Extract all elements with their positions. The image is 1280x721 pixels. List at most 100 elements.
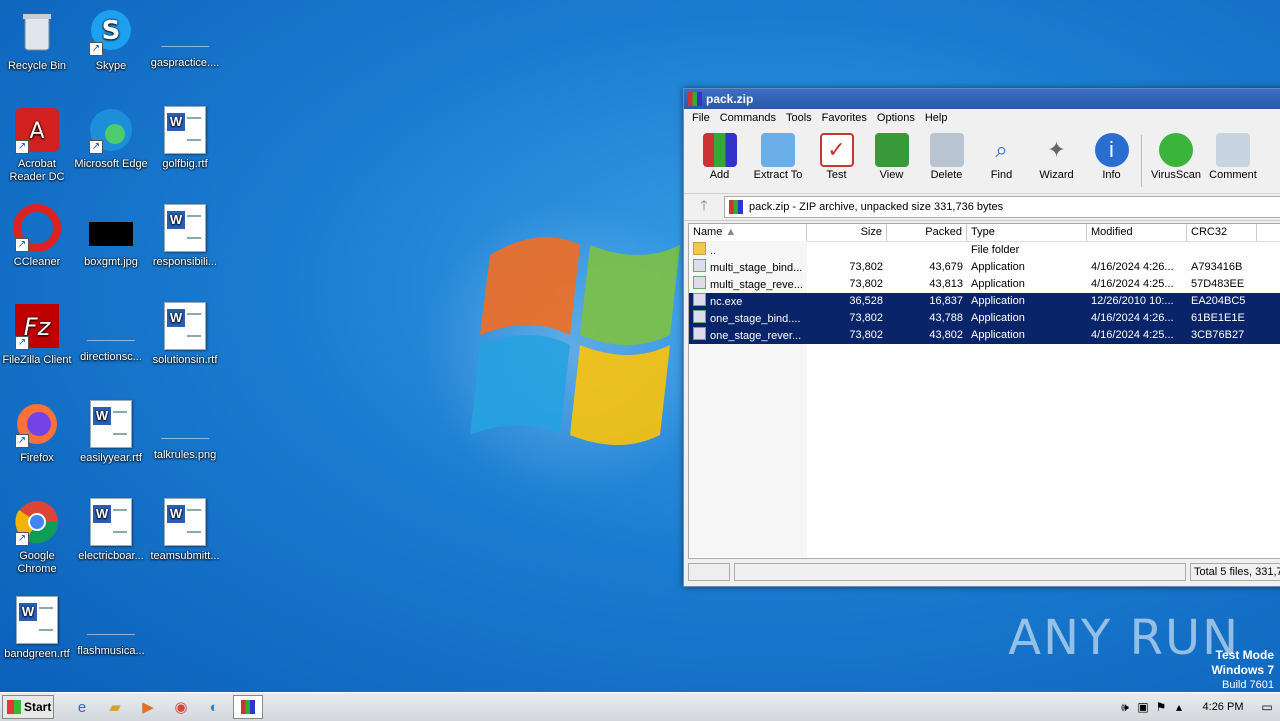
info-button[interactable]: i Info	[1084, 127, 1139, 181]
desktop-icon-boxgmt[interactable]: boxgmt.jpg	[74, 204, 148, 269]
delete-button[interactable]: Delete	[919, 127, 974, 181]
col-crc32[interactable]: CRC32	[1187, 224, 1257, 241]
desktop-icon-talkrules[interactable]: talkrules.png	[148, 400, 222, 462]
col-modified[interactable]: Modified	[1087, 224, 1187, 241]
row-name: one_stage_rever...	[689, 327, 807, 344]
status-left	[734, 563, 1186, 581]
window-title: pack.zip	[706, 92, 754, 106]
address-text: pack.zip - ZIP archive, unpacked size 33…	[749, 201, 1004, 213]
virusscan-button[interactable]: VirusScan	[1148, 127, 1204, 181]
find-button[interactable]: ⌕ Find	[974, 127, 1029, 181]
test-clipboard-icon: ✓	[819, 133, 854, 167]
window-titlebar[interactable]: pack.zip	[684, 89, 1280, 109]
test-button[interactable]: ✓ Test	[809, 127, 864, 181]
menu-help[interactable]: Help	[921, 109, 954, 127]
desktop-icon-electricboar[interactable]: electricboar...	[74, 498, 148, 563]
word-document-icon	[161, 204, 209, 252]
internet-explorer-icon[interactable]: e	[68, 696, 96, 718]
table-row[interactable]: multi_stage_reve... 73,802 43,813 Applic…	[689, 276, 1280, 293]
desktop-icon-chrome[interactable]: ↗ Google Chrome	[0, 498, 74, 576]
desktop-icon-teamsubmitt[interactable]: teamsubmitt...	[148, 498, 222, 563]
winrar-icon	[688, 92, 702, 106]
table-row-selected[interactable]: nc.exe 36,528 16,837 Application 12/26/2…	[689, 293, 1280, 310]
desktop-icon-solutionsin[interactable]: solutionsin.rtf	[148, 302, 222, 367]
table-row[interactable]: .. File folder	[689, 242, 1280, 259]
up-arrow-icon[interactable]: 🡑	[684, 195, 724, 219]
action-center-flag-icon[interactable]: ⚑	[1152, 700, 1170, 714]
col-size[interactable]: Size	[807, 224, 887, 241]
magnifier-icon: ⌕	[995, 137, 1008, 162]
network-icon[interactable]: ▣	[1134, 700, 1152, 714]
view-book-icon	[874, 133, 909, 167]
speaker-icon[interactable]: 🕪	[1116, 700, 1134, 715]
media-player-icon[interactable]: ▶	[134, 696, 162, 718]
file-explorer-icon[interactable]: ▰	[101, 696, 129, 718]
show-desktop-icon[interactable]: ▭	[1258, 700, 1276, 714]
desktop-icon-firefox[interactable]: ↗ Firefox	[0, 400, 74, 465]
desktop-icon-skype[interactable]: S ↗ Skype	[74, 8, 148, 73]
comment-button[interactable]: Comment	[1204, 127, 1262, 181]
winrar-taskbar-button[interactable]	[233, 695, 263, 719]
menu-tools[interactable]: Tools	[782, 109, 818, 127]
shortcut-arrow-icon: ↗	[15, 434, 29, 448]
file-icon	[87, 312, 135, 341]
desktop-icon-edge[interactable]: ↗ Microsoft Edge	[74, 106, 148, 171]
drive-key-icon[interactable]	[688, 563, 730, 581]
svg-text:A: A	[29, 119, 44, 144]
row-size: 73,802	[849, 261, 883, 273]
start-button[interactable]: Start	[2, 695, 54, 719]
col-name[interactable]: Name ▲	[689, 224, 807, 241]
row-crc: 57D483EE	[1191, 278, 1245, 290]
desktop-icon-recycle-bin[interactable]: Recycle Bin	[0, 8, 74, 73]
system-tray: 🕪 ▣ ⚑ ▴ 4:26 PM ▭	[1116, 696, 1280, 718]
row-modified: 4/16/2024 4:25...	[1091, 278, 1174, 290]
row-crc	[1187, 242, 1257, 259]
col-packed[interactable]: Packed	[887, 224, 967, 241]
add-button[interactable]: Add	[692, 127, 747, 181]
menu-commands[interactable]: Commands	[716, 109, 782, 127]
table-row-selected[interactable]: one_stage_rever... 73,802 43,802 Applica…	[689, 327, 1280, 344]
menu-options[interactable]: Options	[873, 109, 921, 127]
row-type: Application	[971, 312, 1025, 324]
row-crc: 3CB76B27	[1191, 329, 1245, 341]
desktop-icon-responsibili[interactable]: responsibili...	[148, 204, 222, 269]
desktop-icon-easilyyear[interactable]: easilyyear.rtf	[74, 400, 148, 465]
desktop-icon-directionsc[interactable]: directionsc...	[74, 302, 148, 364]
view-button[interactable]: View	[864, 127, 919, 181]
application-icon	[693, 259, 706, 272]
desktop-icon-acrobat[interactable]: A ↗ Acrobat Reader DC	[0, 106, 74, 184]
address-field[interactable]: pack.zip - ZIP archive, unpacked size 33…	[724, 196, 1280, 218]
row-crc: 61BE1E1E	[1191, 312, 1245, 324]
info-icon: i	[1094, 133, 1129, 167]
wizard-button[interactable]: ✦ Wizard	[1029, 127, 1084, 181]
clock[interactable]: 4:26 PM	[1188, 701, 1258, 713]
filezilla-icon: Fz ↗	[13, 302, 61, 350]
row-size	[807, 242, 887, 259]
menu-favorites[interactable]: Favorites	[818, 109, 873, 127]
svg-text:S: S	[102, 16, 121, 46]
chrome-icon[interactable]: ◉	[167, 696, 195, 718]
shortcut-arrow-icon: ↗	[89, 42, 103, 56]
menu-file[interactable]: File	[688, 109, 716, 127]
desktop-icon-bandgreen[interactable]: bandgreen.rtf	[0, 596, 74, 661]
application-icon	[693, 310, 706, 323]
chevron-up-icon[interactable]: ▴	[1170, 700, 1188, 714]
desktop-icon-filezilla[interactable]: Fz ↗ FileZilla Client	[0, 302, 74, 367]
desktop-icon-golfbig[interactable]: golfbig.rtf	[148, 106, 222, 171]
test-mode-line3: Build 7601	[1222, 679, 1274, 691]
edge-icon[interactable]: ◐	[200, 696, 228, 718]
col-type[interactable]: Type	[967, 224, 1087, 241]
taskbar: Start e ▰ ▶ ◉ ◐ 🕪 ▣ ⚑ ▴ 4:26 PM ▭	[0, 692, 1280, 721]
status-total: Total 5 files, 331,736 bytes	[1190, 563, 1280, 581]
table-row[interactable]: multi_stage_bind... 73,802 43,679 Applic…	[689, 259, 1280, 276]
extract-to-button[interactable]: Extract To	[747, 127, 809, 181]
desktop-icon-flashmusica[interactable]: flashmusica...	[74, 596, 148, 658]
table-row-selected[interactable]: one_stage_bind.... 73,802 43,788 Applica…	[689, 310, 1280, 327]
comment-icon	[1216, 133, 1250, 167]
shortcut-arrow-icon: ↗	[15, 140, 29, 154]
desktop-icon-ccleaner[interactable]: ↗ CCleaner	[0, 204, 74, 269]
desktop-icon-gaspractice[interactable]: gaspractice....	[148, 8, 222, 70]
file-icon	[161, 18, 209, 47]
row-modified: 4/16/2024 4:26...	[1091, 312, 1174, 324]
windows-logo	[470, 237, 680, 445]
